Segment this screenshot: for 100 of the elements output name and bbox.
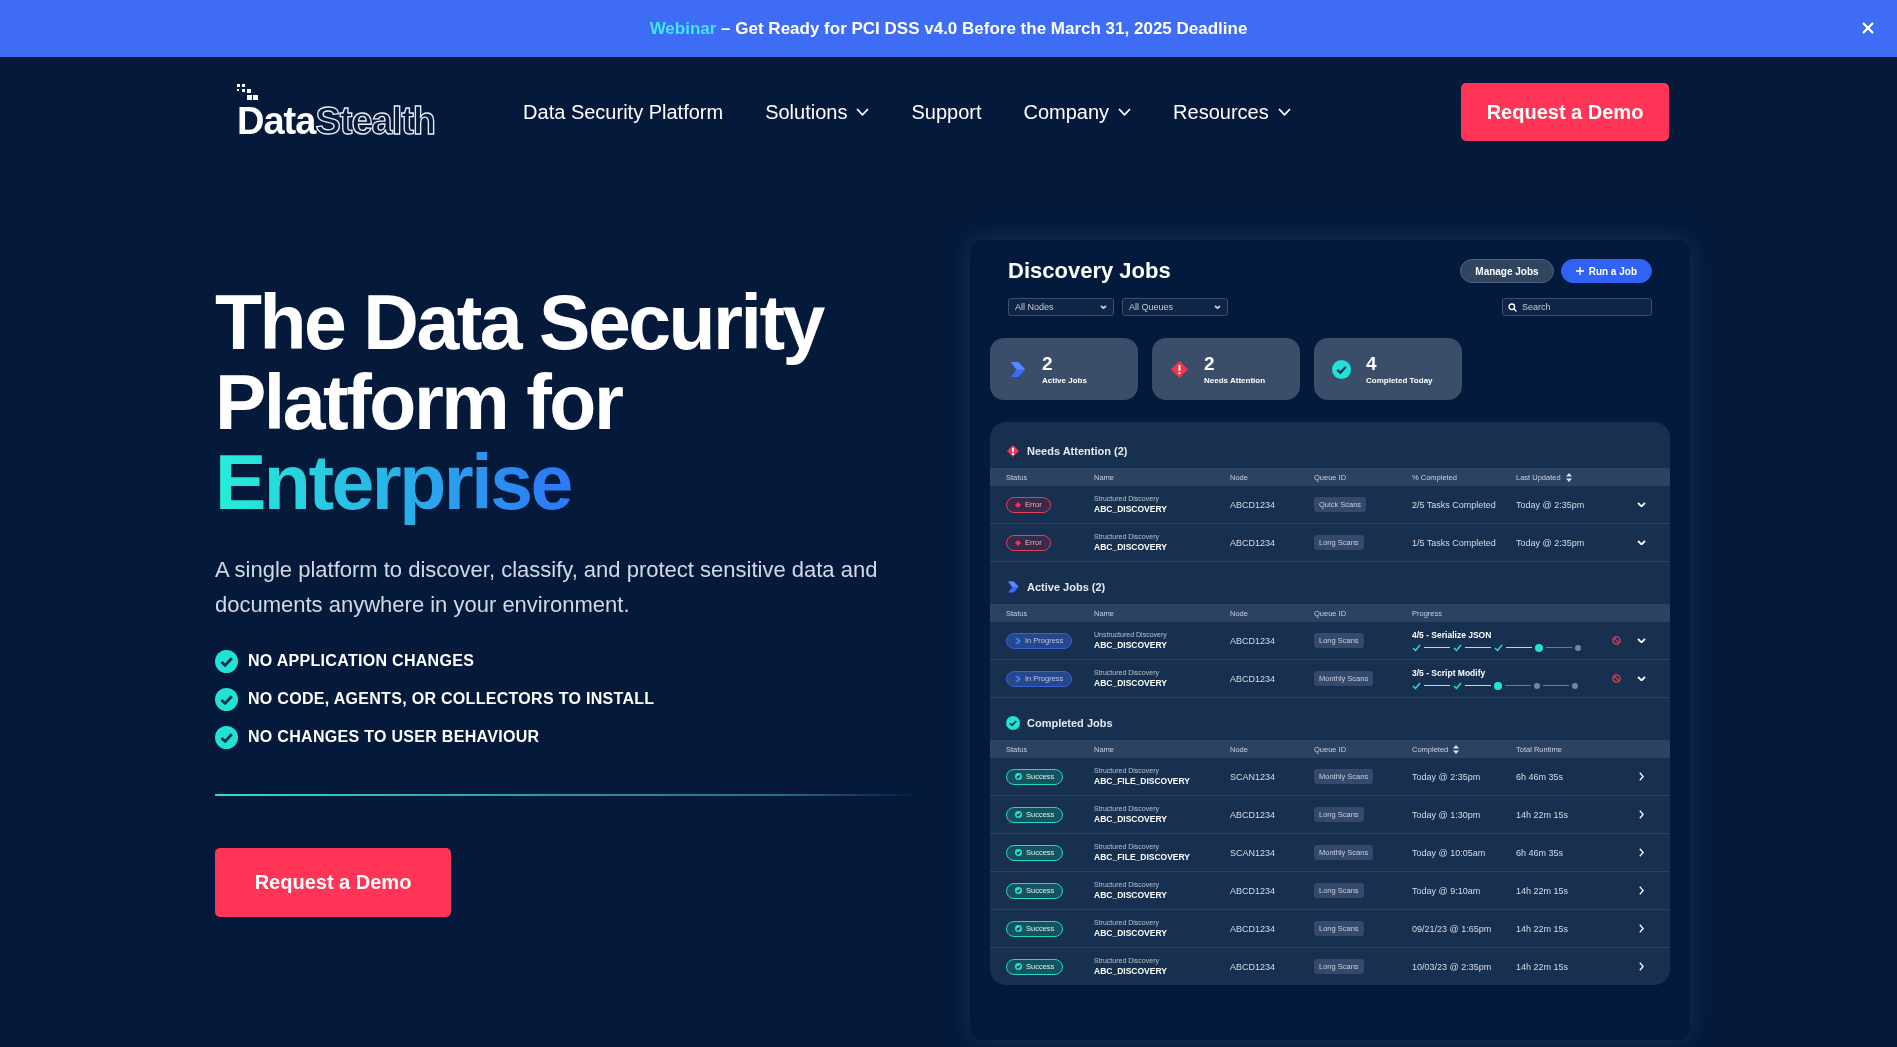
stat-value: 4 <box>1366 353 1378 374</box>
chevron-down-icon <box>1118 108 1132 116</box>
stat-label: Completed Today <box>1366 375 1433 385</box>
section-heading: Needs Attention (2) <box>1027 445 1128 457</box>
request-demo-button[interactable]: Request a Demo <box>215 848 451 917</box>
current-step-dot-icon <box>1494 681 1502 690</box>
job-name: ABC_FILE_DISCOVERY <box>1094 776 1192 786</box>
check-icon <box>1453 643 1462 652</box>
check-circle-icon <box>215 649 238 673</box>
step-dot-icon <box>1534 682 1540 689</box>
feature-text: NO APPLICATION CHANGES <box>248 652 475 670</box>
table-cell-text: Today @ 9:10am <box>1412 885 1482 896</box>
check-circle-icon <box>1006 716 1020 730</box>
table-cell-text: 14h 22m 15s <box>1516 809 1570 820</box>
stat-label: Active Jobs <box>1042 375 1087 385</box>
chevron-down-icon[interactable] <box>1636 675 1646 682</box>
table-cell-text: SCAN1234 <box>1230 847 1277 858</box>
plus-icon <box>1575 267 1584 275</box>
table-cell-text: 14h 22m 15s <box>1516 923 1570 934</box>
stat-value: 2 <box>1042 353 1054 374</box>
chevron-down-icon[interactable] <box>1636 539 1646 546</box>
check-circle-icon <box>215 687 238 711</box>
check-circle-icon <box>215 725 238 749</box>
job-name: ABC_DISCOVERY <box>1094 640 1168 650</box>
sort-icon <box>1453 744 1460 754</box>
nav-link[interactable]: Solutions <box>765 100 870 124</box>
check-icon <box>1412 643 1421 652</box>
ban-icon[interactable] <box>1611 636 1621 645</box>
manage-jobs-button[interactable]: Manage Jobs <box>1460 259 1554 283</box>
table-cell-text: Today @ 10:05am <box>1412 847 1487 858</box>
job-name: ABC_DISCOVERY <box>1094 814 1168 824</box>
table-cell-text: Today @ 1:30pm <box>1412 809 1482 820</box>
check-icon <box>1453 681 1462 690</box>
chevron-right-icon[interactable] <box>1638 886 1644 895</box>
chevron-right-icon[interactable] <box>1638 924 1644 933</box>
logo[interactable]: DataStealth <box>237 84 436 140</box>
table-cell-text: ABCD1234 <box>1230 499 1277 510</box>
filter-dropdown[interactable]: All Queues <box>1122 298 1228 316</box>
diamond-icon <box>1015 501 1021 508</box>
chevron-right-icon[interactable] <box>1638 962 1644 971</box>
table-cell-text: ABCD1234 <box>1230 885 1277 896</box>
table-cell-text: 14h 22m 15s <box>1516 885 1570 896</box>
job-name: ABC_DISCOVERY <box>1094 966 1168 976</box>
announcement-link[interactable]: Webinar – Get Ready for PCI DSS v4.0 Before the March 31, 2025 Deadline <box>649 18 1248 39</box>
chevron-down-icon <box>856 108 870 116</box>
stat-value: 2 <box>1204 353 1216 374</box>
section-heading: Completed Jobs <box>1027 717 1113 729</box>
hero-description: A single platform to discover, classify, and protect sensitive data and documents anywhere in your environment. <box>215 556 879 619</box>
chevron-down-icon <box>1277 108 1291 116</box>
feature-text: NO CODE, AGENTS, OR COLLECTORS TO INSTALL <box>248 690 655 708</box>
table-cell-text: ABCD1234 <box>1230 635 1277 646</box>
nav-link[interactable]: Company <box>1023 100 1132 124</box>
table-cell-text: 14h 22m 15s <box>1516 961 1570 972</box>
job-name: ABC_DISCOVERY <box>1094 890 1168 900</box>
dashboard-title: Discovery Jobs <box>1008 258 1172 284</box>
chevron-arrow-icon <box>1008 359 1027 379</box>
chevron-down-icon[interactable] <box>1636 637 1646 644</box>
chevron-arrow-icon <box>1006 580 1020 594</box>
ban-icon[interactable] <box>1611 674 1621 683</box>
table-cell-text: ABCD1234 <box>1230 923 1277 934</box>
table-cell-text: 6h 46m 35s <box>1516 847 1565 858</box>
chevron-right-icon[interactable] <box>1638 848 1644 857</box>
check-circle-icon <box>1015 849 1022 856</box>
filter-dropdown[interactable]: All Nodes <box>1008 298 1114 316</box>
table-cell-text: Today @ 2:35pm <box>1412 771 1482 782</box>
feature-text: NO CHANGES TO USER BEHAVIOUR <box>248 728 540 746</box>
check-circle-icon <box>1332 359 1351 379</box>
stat-label: Needs Attention <box>1204 375 1266 385</box>
request-demo-button[interactable]: Request a Demo <box>1461 83 1669 141</box>
run-job-button[interactable]: Run a Job <box>1560 259 1652 283</box>
table-cell-text: 6h 46m 35s <box>1516 771 1565 782</box>
table-cell-text: ABCD1234 <box>1230 809 1277 820</box>
nav-link[interactable]: Data Security Platform <box>523 100 724 124</box>
job-name: ABC_FILE_DISCOVERY <box>1094 852 1192 862</box>
progress-step-label: 3/5 - Script Modify <box>1412 667 1487 678</box>
check-circle-icon <box>1015 773 1022 780</box>
check-circle-icon <box>1015 811 1022 818</box>
table-cell-text: ABCD1234 <box>1230 537 1277 548</box>
job-name: ABC_DISCOVERY <box>1094 542 1168 552</box>
sort-icon <box>1565 472 1572 482</box>
pixel-squares-icon <box>237 84 259 102</box>
chevron-right-icon[interactable] <box>1638 810 1644 819</box>
job-name: ABC_DISCOVERY <box>1094 678 1168 688</box>
diamond-icon <box>1015 539 1021 546</box>
check-circle-icon <box>1015 963 1022 970</box>
warning-diamond-icon <box>1170 359 1189 379</box>
chevron-down-icon[interactable] <box>1636 501 1646 508</box>
chevron-right-icon[interactable] <box>1638 772 1644 781</box>
table-cell-text: ABCD1234 <box>1230 673 1277 684</box>
table-cell-text: 10/03/23 @ 2:35pm <box>1412 961 1493 972</box>
chevron-icon <box>1015 675 1021 682</box>
search-field[interactable]: Search <box>1502 298 1652 316</box>
nav-link[interactable]: Resources <box>1173 100 1291 124</box>
progress-step-label: 4/5 - Serialize JSON <box>1412 629 1493 640</box>
step-dot-icon <box>1572 682 1578 689</box>
step-dot-icon <box>1575 644 1581 651</box>
job-name: ABC_DISCOVERY <box>1094 928 1168 938</box>
table-cell-text: ABCD1234 <box>1230 961 1277 972</box>
nav-link[interactable]: Support <box>911 100 982 124</box>
close-button[interactable] <box>1861 21 1875 35</box>
